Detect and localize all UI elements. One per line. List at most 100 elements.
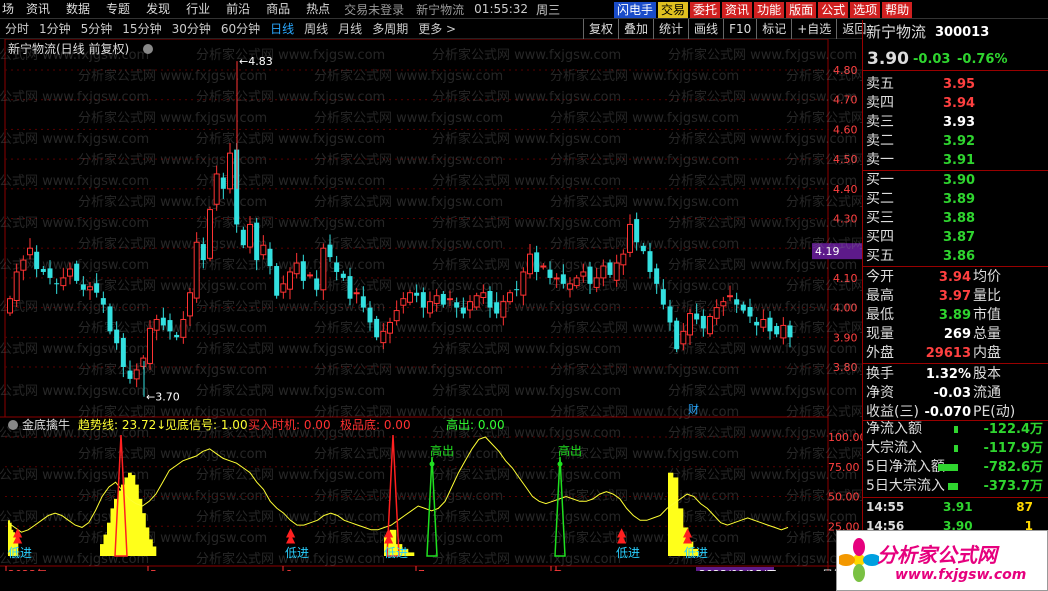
watermark-text: 分析家公式网 www.fxjgsw.com bbox=[786, 236, 862, 252]
chart-tool-4[interactable]: F10 bbox=[723, 19, 756, 39]
tick-time: 14:55 bbox=[866, 500, 905, 514]
menu-item-4[interactable]: 发现 bbox=[138, 0, 178, 18]
candle-body bbox=[200, 244, 206, 261]
bid-row: 买二 3.89 bbox=[863, 190, 1048, 209]
candle-body bbox=[514, 289, 520, 291]
ask-price: 3.94 bbox=[943, 96, 976, 111]
candle-body bbox=[193, 241, 200, 299]
watermark-text: 分析家公式网 www.fxjgsw.com bbox=[786, 362, 862, 378]
watermark-text: 分析家公式网 www.fxjgsw.com bbox=[0, 341, 149, 357]
period-tab-9[interactable]: 多周期 bbox=[367, 19, 413, 39]
candle-body bbox=[167, 320, 173, 332]
period-tab-10[interactable]: 更多 > bbox=[413, 19, 461, 39]
candle-body bbox=[467, 301, 473, 311]
candle-body bbox=[94, 283, 100, 293]
menu-item-1[interactable]: 资讯 bbox=[18, 0, 58, 18]
watermark-text: 分析家公式网 www.fxjgsw.com bbox=[196, 215, 385, 231]
candle-body bbox=[314, 278, 320, 290]
ask-label: 卖五 bbox=[866, 76, 894, 92]
bid-label: 买五 bbox=[866, 248, 894, 264]
candle-body bbox=[140, 357, 147, 367]
candle-body bbox=[60, 277, 67, 287]
period-tab-3[interactable]: 15分钟 bbox=[117, 19, 166, 39]
function-button-2[interactable]: 委托 bbox=[690, 1, 721, 18]
bid-price: 3.88 bbox=[943, 211, 976, 226]
chart-tool-2[interactable]: 统计 bbox=[653, 19, 688, 39]
financial-report-marker[interactable]: 财 bbox=[688, 402, 699, 416]
candle-body bbox=[634, 219, 640, 243]
watermark-text: 分析家公式网 www.fxjgsw.com bbox=[78, 320, 267, 336]
bid-price: 3.86 bbox=[943, 249, 976, 264]
stock-code: 300013 bbox=[935, 25, 990, 40]
candle-body bbox=[727, 295, 733, 298]
period-tab-5[interactable]: 60分钟 bbox=[216, 19, 265, 39]
chart-tool-3[interactable]: 画线 bbox=[688, 19, 723, 39]
function-button-0[interactable]: 闪电手 bbox=[614, 1, 657, 18]
stat-row: 换手 1.32% 股本 bbox=[863, 365, 1048, 384]
menu-item-7[interactable]: 商品 bbox=[258, 0, 298, 18]
flow-bar bbox=[938, 464, 958, 471]
chart-tool-1[interactable]: 叠加 bbox=[618, 19, 653, 39]
chart-tool-5[interactable]: 标记 bbox=[756, 19, 791, 39]
candle-body bbox=[133, 369, 140, 380]
menu-item-6[interactable]: 前沿 bbox=[218, 0, 258, 18]
period-tab-0[interactable]: 分时 bbox=[0, 19, 34, 39]
chart-tool-6[interactable]: +自选 bbox=[791, 19, 836, 39]
watermark-text: 分析家公式网 www.fxjgsw.com bbox=[0, 173, 149, 189]
menubar: 场资讯 数据 专题 发现 行业 前沿 商品 热点 交易未登录 新宁物流 01:55:32 周三 闪电手交… bbox=[0, 0, 1048, 19]
period-tab-7[interactable]: 周线 bbox=[299, 19, 333, 39]
watermark-text: 分析家公式网 www.fxjgsw.com bbox=[0, 215, 149, 231]
buy-arrow-icon: ▲ bbox=[286, 531, 296, 545]
kline-chart[interactable]: 4.804.704.604.504.404.304.204.104.003.90… bbox=[0, 39, 862, 571]
period-tab-8[interactable]: 月线 bbox=[333, 19, 367, 39]
watermark-text: 分析家公式网 www.fxjgsw.com bbox=[78, 236, 267, 252]
menu-item-3[interactable]: 专题 bbox=[98, 0, 138, 18]
watermark-text: 分析家公式网 www.fxjgsw.com bbox=[786, 278, 862, 294]
function-button-6[interactable]: 公式 bbox=[818, 1, 849, 18]
period-tab-4[interactable]: 30分钟 bbox=[167, 19, 216, 39]
ask-label: 卖三 bbox=[866, 114, 894, 130]
login-status[interactable]: 交易未登录 bbox=[338, 1, 410, 18]
candle-body bbox=[487, 290, 493, 308]
sell-signal-dot bbox=[557, 461, 563, 467]
stat-label-2: 流通 bbox=[973, 385, 1001, 401]
function-button-5[interactable]: 版面 bbox=[786, 1, 817, 18]
candle-body bbox=[7, 298, 13, 314]
watermark-text: 分析家公式网 www.fxjgsw.com bbox=[314, 194, 503, 210]
date-tick: 2023年 bbox=[8, 567, 47, 571]
candle-body bbox=[460, 307, 466, 314]
function-button-4[interactable]: 功能 bbox=[754, 1, 785, 18]
histogram-bar bbox=[131, 475, 136, 556]
menu-item-8[interactable]: 热点 bbox=[298, 0, 338, 18]
period-tab-6[interactable]: 日线 bbox=[265, 19, 299, 39]
candle-body bbox=[613, 262, 620, 281]
function-button-3[interactable]: 资讯 bbox=[722, 1, 753, 18]
menu-item-0[interactable]: 场 bbox=[0, 0, 18, 18]
watermark-text: 分析家公式网 www.fxjgsw.com bbox=[786, 152, 862, 168]
candle-body bbox=[240, 229, 246, 246]
title-dropdown-icon[interactable] bbox=[143, 44, 153, 54]
price-change-pct: -0.76% bbox=[957, 52, 1008, 67]
period-tab-2[interactable]: 5分钟 bbox=[76, 19, 118, 39]
chart-tool-0[interactable]: 复权 bbox=[583, 19, 618, 39]
candle-body bbox=[334, 262, 340, 272]
stat-row: 外盘 29613 内盘 bbox=[863, 344, 1048, 363]
indicator-menu-icon[interactable] bbox=[8, 420, 18, 430]
indicator-tick: 100.00 bbox=[828, 431, 862, 444]
menu-item-5[interactable]: 行业 bbox=[178, 0, 218, 18]
candle-body bbox=[100, 298, 106, 305]
flow-row: 净流入额 -122.4万 bbox=[863, 420, 1048, 439]
buy-arrow-icon: ▲ bbox=[13, 531, 23, 545]
menu-item-2[interactable]: 数据 bbox=[58, 0, 98, 18]
candle-body bbox=[180, 318, 187, 338]
flower-logo-icon bbox=[839, 538, 879, 582]
watermark-text: 分析家公式网 www.fxjgsw.com bbox=[668, 341, 857, 357]
watermark-text: 分析家公式网 www.fxjgsw.com bbox=[314, 278, 503, 294]
candle-body bbox=[320, 247, 327, 291]
watermark-text: 分析家公式网 www.fxjgsw.com bbox=[432, 299, 621, 315]
period-tab-1[interactable]: 1分钟 bbox=[34, 19, 76, 39]
function-button-8[interactable]: 帮助 bbox=[882, 1, 913, 18]
candle-body bbox=[293, 262, 300, 275]
function-button-7[interactable]: 选项 bbox=[850, 1, 881, 18]
function-button-1[interactable]: 交易 bbox=[658, 1, 689, 18]
